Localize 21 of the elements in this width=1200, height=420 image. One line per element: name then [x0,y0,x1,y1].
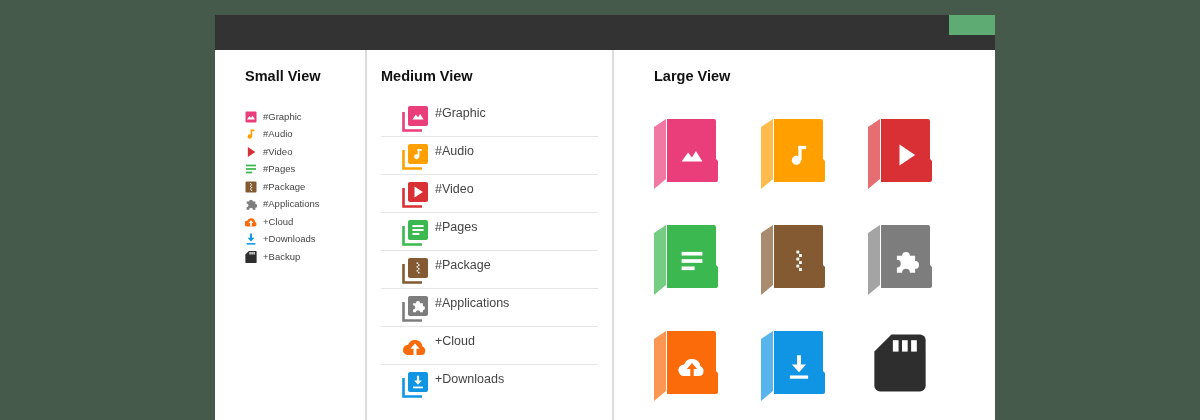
column-title: Small View [245,68,322,86]
item-label: #Graphic [263,109,302,124]
title-bar-accent [949,15,995,35]
item-label: #Applications [435,297,510,310]
item-label: #Audio [263,127,293,141]
item-label: +Downloads [263,232,316,246]
item-label: #Package [263,179,306,194]
item-label: #Graphic [435,107,486,120]
column-title: Medium View [381,68,474,86]
item-label: #Applications [263,197,320,211]
item-label: #Video [435,183,474,196]
item-label: +Cloud [435,335,475,348]
item-label: +Downloads [435,373,505,386]
item-label: #Package [435,259,491,272]
item-label: #Pages [435,221,478,234]
item-label: #Pages [263,162,296,176]
item-label: +Backup [263,249,301,264]
column-title: Large View [654,68,732,86]
item-label: +Cloud [263,214,294,229]
item-label: #Audio [435,145,474,158]
item-label: #Video [263,144,293,159]
